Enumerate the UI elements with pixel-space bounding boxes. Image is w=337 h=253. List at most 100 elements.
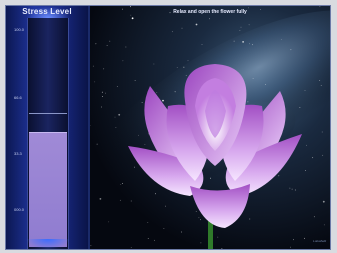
star	[209, 18, 210, 20]
star	[249, 218, 251, 220]
star	[138, 134, 139, 136]
star	[187, 60, 189, 62]
star	[312, 157, 314, 159]
star	[130, 200, 132, 202]
star	[115, 127, 117, 128]
star	[280, 39, 282, 40]
star	[163, 228, 165, 229]
star	[299, 107, 301, 108]
star	[120, 184, 122, 185]
star	[252, 44, 254, 46]
stress-gauge	[27, 18, 69, 249]
star	[240, 26, 242, 28]
star	[201, 44, 203, 45]
star	[320, 85, 322, 86]
star	[174, 91, 176, 93]
star	[242, 41, 245, 43]
star	[95, 43, 97, 45]
star	[249, 43, 250, 45]
star	[319, 6, 321, 7]
star	[322, 200, 325, 203]
star	[130, 247, 132, 248]
star	[181, 27, 183, 29]
star	[247, 101, 249, 103]
star	[122, 60, 124, 62]
star	[103, 68, 105, 70]
star	[290, 49, 292, 51]
star	[90, 245, 92, 247]
instruction-text: Relax and open the flower fully	[173, 9, 247, 15]
star	[101, 106, 102, 108]
star	[134, 80, 136, 81]
star	[181, 231, 182, 233]
star	[118, 113, 121, 116]
star	[306, 144, 307, 146]
star	[293, 239, 294, 241]
star	[141, 102, 143, 103]
star	[119, 199, 121, 201]
star	[233, 40, 235, 42]
gauge-bottom-glow	[26, 239, 70, 249]
star	[265, 84, 266, 85]
tick-label-100: 100.0	[14, 27, 25, 32]
stress-level-fill	[29, 132, 67, 247]
stress-threshold-marker	[29, 113, 67, 114]
star	[101, 91, 103, 93]
star	[176, 67, 178, 68]
star	[294, 189, 296, 191]
star	[323, 224, 325, 226]
star	[147, 222, 149, 224]
star	[106, 45, 108, 46]
star	[200, 242, 202, 244]
star	[154, 239, 155, 241]
star	[105, 92, 106, 94]
star	[99, 198, 102, 200]
tick-label-33: 33.3	[14, 151, 22, 156]
star	[185, 75, 187, 76]
tick-label-0: 000.0	[14, 207, 25, 212]
star	[221, 248, 223, 249]
scene-canvas	[90, 6, 330, 249]
star	[319, 80, 321, 81]
star	[96, 143, 98, 145]
star	[195, 23, 198, 26]
star	[210, 177, 211, 179]
star	[252, 78, 254, 79]
star	[134, 166, 135, 168]
star	[305, 170, 306, 172]
star	[102, 96, 103, 97]
star	[114, 116, 116, 118]
star	[321, 131, 323, 133]
watermark-text: Lotusfield	[313, 239, 326, 243]
star	[304, 237, 305, 239]
star	[195, 211, 197, 212]
star	[165, 205, 166, 207]
star	[125, 46, 127, 48]
star	[147, 238, 149, 239]
star	[92, 65, 94, 67]
star	[156, 92, 158, 93]
stress-level-title: Stress Level	[22, 7, 72, 16]
star	[278, 175, 280, 177]
star	[322, 154, 324, 156]
star	[313, 216, 315, 218]
tick-label-66: 66.6	[14, 95, 22, 100]
star	[122, 183, 123, 184]
star	[198, 217, 200, 219]
star	[108, 221, 110, 223]
star	[162, 99, 164, 102]
star	[304, 90, 306, 91]
flower-scene: Relax and open the flower fully Lotusfie…	[88, 6, 330, 249]
star	[144, 144, 146, 146]
star	[116, 86, 118, 87]
star	[289, 187, 291, 189]
star	[131, 17, 134, 20]
game-window: Stress Level 100.0 66.6 33.3 000.0 Relax…	[5, 5, 331, 250]
stress-panel: Stress Level 100.0 66.6 33.3 000.0	[6, 6, 88, 249]
star	[290, 246, 291, 248]
star	[130, 6, 131, 8]
star	[183, 66, 185, 68]
star	[291, 188, 293, 190]
star	[153, 63, 155, 65]
star	[217, 236, 219, 238]
